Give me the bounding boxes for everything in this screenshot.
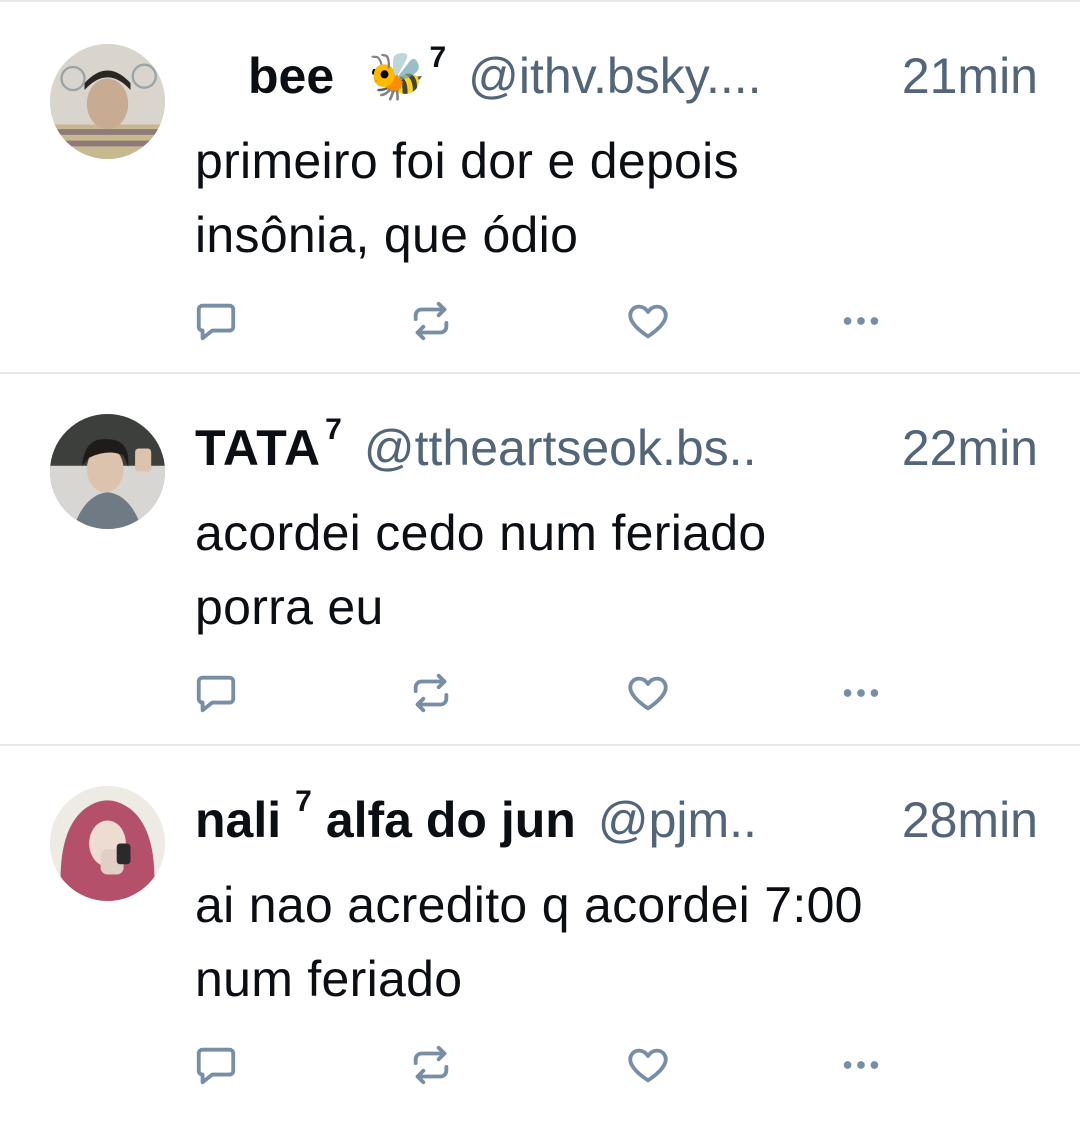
heart-icon: [628, 304, 668, 339]
handle[interactable]: @pjm..: [598, 784, 757, 856]
reply-icon: [196, 303, 236, 341]
like-button[interactable]: [625, 670, 671, 716]
avatar[interactable]: [50, 414, 165, 529]
repost-button[interactable]: [408, 1042, 454, 1088]
post-text-line: num feriado: [195, 951, 463, 1007]
more-options-button[interactable]: [838, 298, 884, 344]
post-actions: [193, 298, 893, 344]
repost-button[interactable]: [408, 298, 454, 344]
post-text: primeiro foi dor e depois insônia, que ó…: [195, 124, 1040, 272]
post-text-line: porra eu: [195, 579, 384, 635]
post-text-line: insônia, que ódio: [195, 207, 579, 263]
timestamp[interactable]: 21min: [888, 40, 1038, 112]
reply-icon: [196, 675, 236, 713]
reply-icon: [196, 1047, 236, 1085]
more-options-icon: [843, 317, 879, 325]
name-suffix: 7: [295, 785, 312, 818]
display-name-rest[interactable]: alfa do jun: [326, 784, 576, 856]
like-button[interactable]: [625, 1042, 671, 1088]
more-options-button[interactable]: [838, 670, 884, 716]
post-header: bee 🐝 7 @ithv.bsky.... 21min: [248, 40, 1038, 112]
display-name[interactable]: nali: [195, 784, 281, 856]
post-header: nali 7 alfa do jun @pjm.. 28min: [195, 784, 1038, 856]
timestamp[interactable]: 22min: [888, 412, 1038, 484]
reply-button[interactable]: [193, 298, 239, 344]
more-options-icon: [843, 1061, 879, 1069]
handle[interactable]: @ttheartseok.bs..: [364, 412, 757, 484]
post-text-line: ai nao acredito q acordei 7:00: [195, 877, 863, 933]
post-feed: bee 🐝 7 @ithv.bsky.... 21min primeiro fo…: [0, 0, 1080, 1121]
handle[interactable]: @ithv.bsky....: [468, 40, 761, 112]
post-actions: [193, 670, 893, 716]
display-name[interactable]: TATA: [195, 412, 321, 484]
heart-icon: [628, 676, 668, 711]
post-text-line: primeiro foi dor e depois: [195, 133, 739, 189]
heart-icon: [628, 1048, 668, 1083]
bee-emoji-icon: 🐝: [368, 50, 426, 102]
like-button[interactable]: [625, 298, 671, 344]
post-item[interactable]: TATA 7 @ttheartseok.bs.. 22min acordei c…: [0, 374, 1080, 746]
post-text-line: acordei cedo num feriado: [195, 505, 767, 561]
avatar[interactable]: [50, 786, 165, 901]
timestamp[interactable]: 28min: [888, 784, 1038, 856]
post-actions: [193, 1042, 893, 1088]
repost-button[interactable]: [408, 670, 454, 716]
display-name[interactable]: bee: [248, 40, 334, 112]
post-item[interactable]: nali 7 alfa do jun @pjm.. 28min ai nao a…: [0, 746, 1080, 1121]
post-text: ai nao acredito q acordei 7:00 num feria…: [195, 868, 1040, 1016]
repost-icon: [413, 1045, 449, 1085]
more-options-icon: [843, 689, 879, 697]
avatar[interactable]: [50, 44, 165, 159]
more-options-button[interactable]: [838, 1042, 884, 1088]
post-item[interactable]: bee 🐝 7 @ithv.bsky.... 21min primeiro fo…: [0, 2, 1080, 374]
repost-icon: [413, 301, 449, 341]
name-suffix: 7: [325, 413, 342, 446]
post-header: TATA 7 @ttheartseok.bs.. 22min: [195, 412, 1038, 484]
post-text: acordei cedo num feriado porra eu: [195, 496, 1040, 644]
repost-icon: [413, 673, 449, 713]
reply-button[interactable]: [193, 1042, 239, 1088]
name-suffix: 7: [429, 41, 447, 74]
reply-button[interactable]: [193, 670, 239, 716]
